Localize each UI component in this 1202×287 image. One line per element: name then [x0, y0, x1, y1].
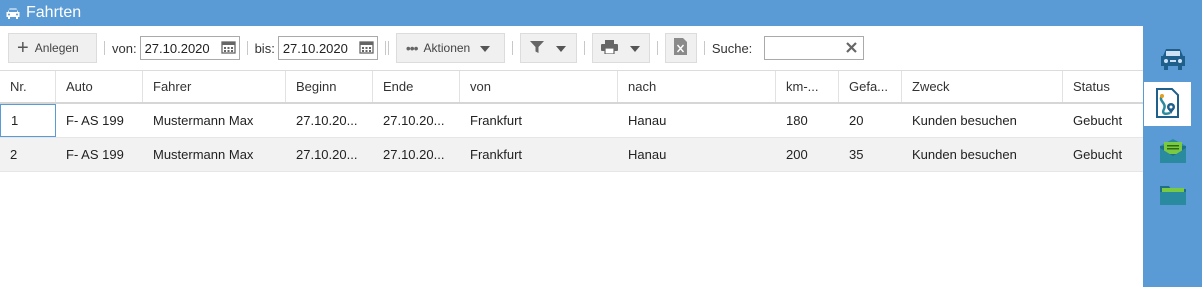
- toolbar-separator: [583, 41, 585, 55]
- excel-file-icon: [674, 38, 688, 58]
- toolbar-separator: [703, 41, 705, 55]
- table-row[interactable]: 1 F- AS 199 Mustermann Max 27.10.20... 2…: [0, 104, 1143, 138]
- cell-beginn[interactable]: 27.10.20...: [286, 138, 373, 171]
- trips-table: Nr. Auto Fahrer Beginn Ende von nach km-…: [0, 70, 1143, 172]
- right-sidebar: [1143, 26, 1202, 287]
- print-dropdown-button[interactable]: [591, 33, 650, 63]
- to-date-value: 27.10.2020: [282, 40, 348, 56]
- sidebar-item-folder[interactable]: [1143, 174, 1202, 218]
- cell-km[interactable]: 180: [776, 104, 839, 137]
- column-header-nach[interactable]: nach: [618, 71, 776, 102]
- cell-ende[interactable]: 27.10.20...: [373, 104, 460, 137]
- filter-icon: [529, 40, 544, 57]
- cell-gefahren[interactable]: 20: [839, 104, 902, 137]
- cell-status[interactable]: Gebucht: [1063, 104, 1143, 137]
- column-header-von[interactable]: von: [460, 71, 618, 102]
- column-header-status[interactable]: Status: [1063, 71, 1143, 102]
- cell-auto[interactable]: F- AS 199: [56, 104, 143, 137]
- column-header-beginn[interactable]: Beginn: [286, 71, 373, 102]
- toolbar-separator: [511, 41, 513, 55]
- chevron-down-icon: [480, 41, 491, 55]
- sidebar-item-trips[interactable]: [1144, 82, 1191, 126]
- from-label: von:: [112, 40, 137, 56]
- cell-auto[interactable]: F- AS 199: [56, 138, 143, 171]
- actions-label: Aktionen: [423, 41, 471, 55]
- cell-zweck[interactable]: Kunden besuchen: [902, 104, 1063, 137]
- clear-search-icon[interactable]: [846, 41, 858, 56]
- printer-icon: [600, 39, 618, 57]
- more-dots-icon: •••: [405, 40, 419, 56]
- folder-icon: [1159, 183, 1187, 210]
- chevron-down-icon: [629, 41, 640, 55]
- search-input[interactable]: [764, 36, 865, 60]
- cell-zweck[interactable]: Kunden besuchen: [902, 138, 1063, 171]
- add-button[interactable]: + Anlegen: [8, 33, 97, 63]
- add-button-label: Anlegen: [34, 41, 79, 55]
- cell-beginn[interactable]: 27.10.20...: [286, 104, 373, 137]
- chevron-down-icon: [555, 41, 566, 55]
- column-header-gefahren[interactable]: Gefa...: [839, 71, 902, 102]
- table-row[interactable]: 2 F- AS 199 Mustermann Max 27.10.20... 2…: [0, 138, 1143, 172]
- toolbar-separator: [656, 41, 658, 55]
- search-label: Suche:: [711, 40, 753, 56]
- column-header-fahrer[interactable]: Fahrer: [143, 71, 286, 102]
- plus-icon: +: [17, 37, 29, 59]
- cell-nr[interactable]: 1: [0, 104, 56, 137]
- sidebar-item-messages[interactable]: [1143, 130, 1202, 174]
- calendar-icon[interactable]: [359, 40, 374, 57]
- toolbar-separator: [384, 41, 386, 55]
- cell-km[interactable]: 200: [776, 138, 839, 171]
- cell-fahrer[interactable]: Mustermann Max: [143, 138, 286, 171]
- cell-fahrer[interactable]: Mustermann Max: [143, 104, 286, 137]
- window-title: Fahrten: [26, 4, 82, 21]
- from-date-input[interactable]: 27.10.2020: [139, 36, 240, 60]
- sidebar-item-vehicles[interactable]: [1143, 38, 1202, 82]
- cell-nach[interactable]: Hanau: [618, 104, 776, 137]
- column-header-auto[interactable]: Auto: [56, 71, 143, 102]
- cell-von[interactable]: Frankfurt: [460, 104, 618, 137]
- column-header-km[interactable]: km-...: [776, 71, 839, 102]
- excel-export-button[interactable]: [664, 33, 697, 63]
- toolbar: + Anlegen von: 27.10.2020 bis: 27.10.202…: [0, 26, 1143, 70]
- table-header: Nr. Auto Fahrer Beginn Ende von nach km-…: [0, 70, 1143, 104]
- mail-icon: [1159, 138, 1187, 167]
- calendar-icon[interactable]: [220, 40, 236, 57]
- window-titlebar: Fahrten: [0, 0, 1202, 26]
- main-panel: + Anlegen von: 27.10.2020 bis: 27.10.202…: [0, 26, 1143, 287]
- route-document-icon: [1155, 87, 1181, 122]
- cell-von[interactable]: Frankfurt: [460, 138, 618, 171]
- car-icon: [4, 5, 22, 21]
- cell-status[interactable]: Gebucht: [1063, 138, 1143, 171]
- toolbar-separator: [246, 41, 248, 55]
- filter-dropdown-button[interactable]: [519, 33, 577, 63]
- cell-ende[interactable]: 27.10.20...: [373, 138, 460, 171]
- to-label: bis:: [254, 40, 275, 56]
- from-date-value: 27.10.2020: [144, 40, 210, 56]
- actions-dropdown-button[interactable]: ••• Aktionen: [395, 33, 505, 63]
- to-date-input[interactable]: 27.10.2020: [277, 36, 378, 60]
- toolbar-separator: [387, 41, 389, 55]
- toolbar-separator: [104, 41, 105, 55]
- car-icon: [1158, 47, 1188, 74]
- column-header-nr[interactable]: Nr.: [0, 71, 56, 102]
- cell-nach[interactable]: Hanau: [618, 138, 776, 171]
- column-header-ende[interactable]: Ende: [373, 71, 460, 102]
- cell-nr[interactable]: 2: [0, 138, 56, 171]
- cell-gefahren[interactable]: 35: [839, 138, 902, 171]
- column-header-zweck[interactable]: Zweck: [902, 71, 1063, 102]
